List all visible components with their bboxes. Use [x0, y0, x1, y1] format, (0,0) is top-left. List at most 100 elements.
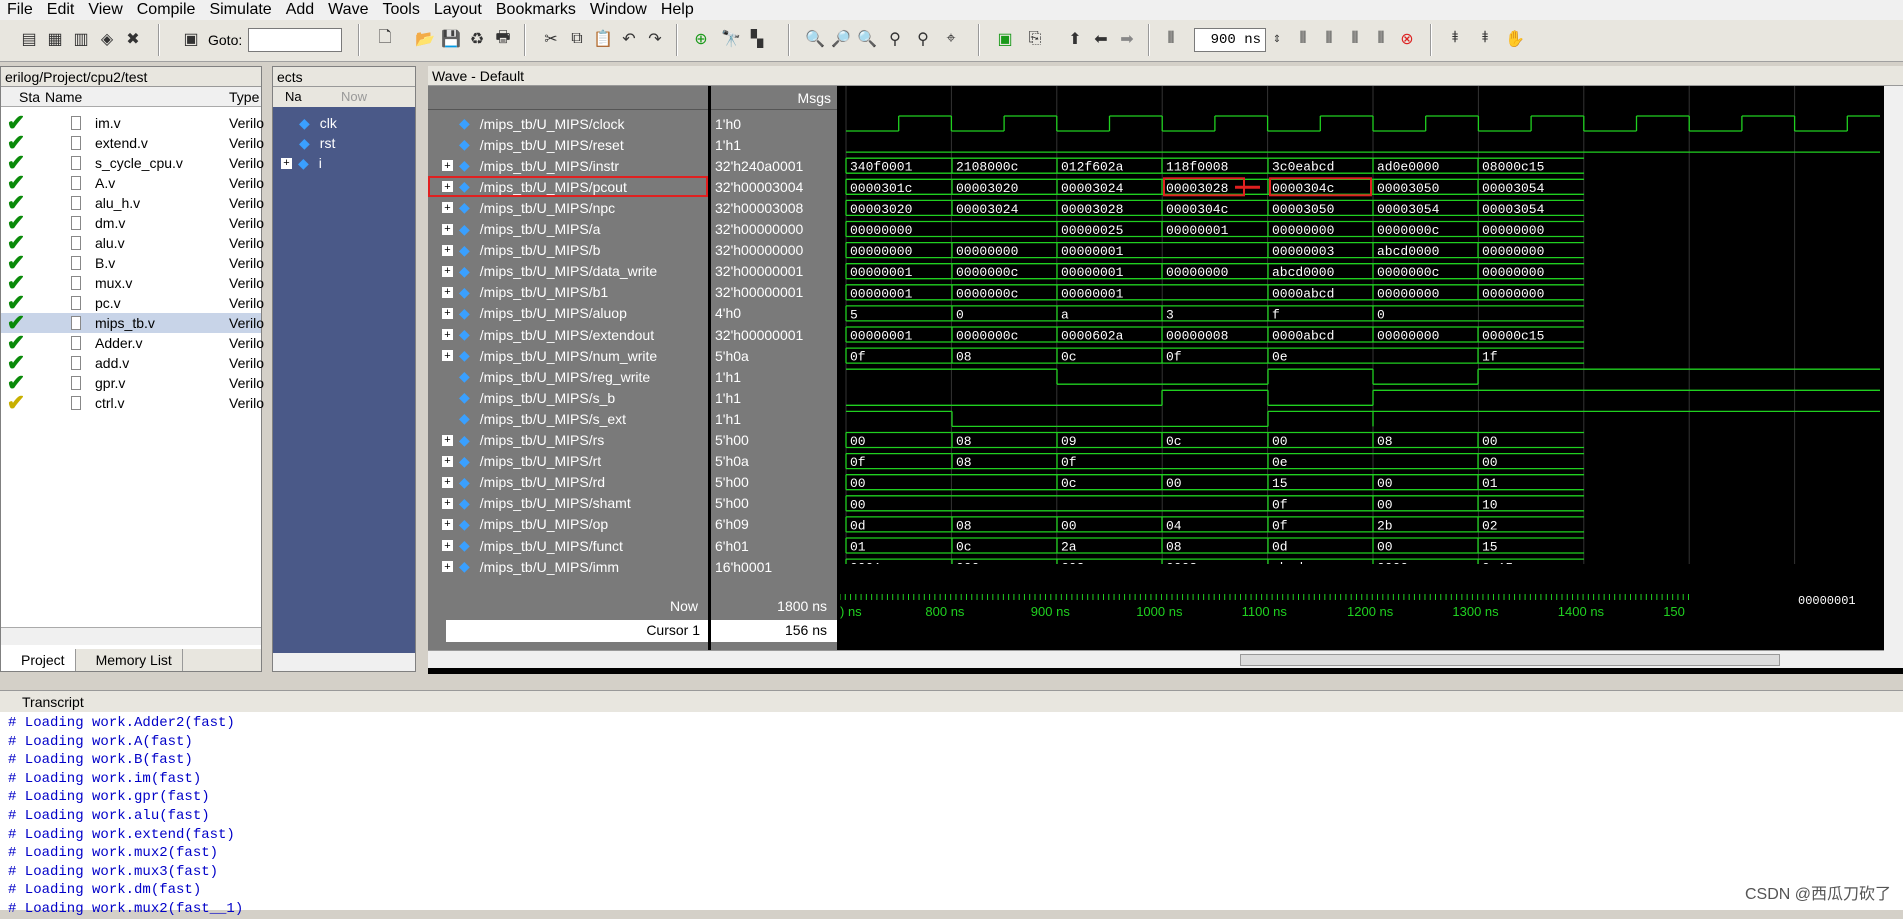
sim-icon[interactable]: ◈	[96, 26, 118, 52]
signal-row[interactable]: + ◆ /mips_tb/U_MIPS/npc	[428, 197, 708, 218]
project-file-row[interactable]: ✔ add.v Verilo	[1, 350, 264, 375]
zoom-in-icon[interactable]: 🔍	[804, 26, 826, 52]
menu-help[interactable]: Help	[654, 1, 701, 19]
copy-icon[interactable]: ⧉	[566, 26, 588, 52]
zoom-range-icon[interactable]: ⚲	[912, 26, 934, 52]
find-icon[interactable]: 🔭	[720, 26, 742, 52]
menu-layout[interactable]: Layout	[427, 1, 489, 19]
stop-icon[interactable]: ⊗	[1396, 26, 1418, 52]
zoom-full-icon[interactable]: 🔍	[856, 26, 878, 52]
signal-row[interactable]: ◆ /mips_tb/U_MIPS/reset	[428, 134, 708, 155]
signal-row[interactable]: + ◆ /mips_tb/U_MIPS/num_write	[428, 345, 708, 366]
menu-tools[interactable]: Tools	[375, 1, 426, 19]
signal-row[interactable]: + ◆ /mips_tb/U_MIPS/rs	[428, 430, 708, 451]
signal-row[interactable]: + ◆ /mips_tb/U_MIPS/b1	[428, 282, 708, 303]
project-file-row[interactable]: ✔ im.v Verilo	[1, 110, 264, 135]
signal-row[interactable]: + ◆ /mips_tb/U_MIPS/rt	[428, 451, 708, 472]
project-file-row[interactable]: ✔ s_cycle_cpu.v Verilo	[1, 150, 264, 175]
expand-icon[interactable]: +	[442, 455, 453, 467]
wave-hscrollbar[interactable]	[428, 650, 1884, 668]
spinner-icon[interactable]: ⇕	[1266, 26, 1288, 52]
object-item[interactable]: ◆ rst	[273, 133, 415, 153]
hand-icon[interactable]: ✋	[1504, 26, 1526, 52]
expand-icon[interactable]: +	[442, 160, 453, 172]
run-time-input[interactable]: 900 ns	[1194, 28, 1266, 52]
left-arrow-icon[interactable]: ⬅	[1090, 26, 1112, 52]
expand-icon[interactable]: +	[442, 561, 453, 573]
expand-icon[interactable]: +	[442, 434, 453, 446]
expand-icon[interactable]: +	[442, 476, 453, 488]
expand-icon[interactable]: +	[442, 307, 453, 319]
project-file-row[interactable]: ✔ Adder.v Verilo	[1, 330, 264, 355]
tab-project[interactable]: Project	[1, 649, 76, 671]
project-file-row[interactable]: ✔ B.v Verilo	[1, 250, 264, 275]
compile-icon[interactable]: ▤	[18, 26, 40, 52]
continue-icon[interactable]: ⫴	[1318, 26, 1340, 52]
add-wave-icon[interactable]: ▣	[994, 26, 1016, 52]
menu-add[interactable]: Add	[279, 1, 321, 19]
signal-row[interactable]: + ◆ /mips_tb/U_MIPS/shamt	[428, 493, 708, 514]
project-file-row[interactable]: ✔ dm.v Verilo	[1, 210, 264, 235]
signal-row[interactable]: + ◆ /mips_tb/U_MIPS/a	[428, 219, 708, 240]
project-file-row[interactable]: ✔ mux.v Verilo	[1, 270, 264, 295]
dataflow-icon[interactable]: ⯒	[1474, 26, 1496, 52]
objects-hscrollbar[interactable]	[273, 653, 415, 671]
open-icon[interactable]: 📂	[414, 26, 436, 52]
goto-input[interactable]	[248, 28, 342, 52]
print-icon[interactable]: 🖶	[492, 26, 514, 52]
menu-wave[interactable]: Wave	[321, 1, 375, 19]
project-file-row[interactable]: ✔ mips_tb.v Verilo	[1, 310, 264, 335]
expand-icon[interactable]: +	[442, 350, 453, 362]
menu-simulate[interactable]: Simulate	[202, 1, 278, 19]
expand-icon[interactable]: +	[442, 497, 453, 509]
signal-row[interactable]: + ◆ /mips_tb/U_MIPS/b	[428, 240, 708, 261]
expand-icon[interactable]: +	[442, 518, 453, 530]
expand-icon[interactable]: +	[442, 540, 453, 552]
project-file-row[interactable]: ✔ A.v Verilo	[1, 170, 264, 195]
signal-row[interactable]: ◆ /mips_tb/U_MIPS/s_b	[428, 387, 708, 408]
add-icon[interactable]: ⊕	[690, 26, 712, 52]
signal-row[interactable]: + ◆ /mips_tb/U_MIPS/instr	[428, 155, 708, 176]
cursor-1-label[interactable]: Cursor 1	[446, 620, 708, 642]
waveform-area[interactable]: 340f0001 2108000c 012f602a 118f0008 3c0eabcd…	[840, 86, 1880, 564]
project-file-row[interactable]: ✔ ctrl.v Verilo	[1, 390, 264, 415]
project-file-row[interactable]: ✔ extend.v Verilo	[1, 130, 264, 155]
expand-icon[interactable]: +	[442, 202, 453, 214]
expand-icon[interactable]: +	[442, 329, 453, 341]
break-sim-icon[interactable]: ⫴	[1370, 26, 1392, 52]
undo-icon[interactable]: ↶	[618, 26, 640, 52]
signal-row[interactable]: ◆ /mips_tb/U_MIPS/clock	[428, 113, 708, 134]
project-file-row[interactable]: ✔ alu_h.v Verilo	[1, 190, 264, 215]
reload-icon[interactable]: ♻	[466, 26, 488, 52]
tab-memory-list[interactable]: Memory List	[76, 649, 183, 671]
menu-window[interactable]: Window	[583, 1, 654, 19]
signal-row[interactable]: + ◆ /mips_tb/U_MIPS/data_write	[428, 261, 708, 282]
signal-row[interactable]: + ◆ /mips_tb/U_MIPS/extendout	[428, 324, 708, 345]
run-icon[interactable]: ⫴	[1292, 26, 1314, 52]
hscroll-thumb[interactable]	[1240, 654, 1780, 666]
zoom-out-icon[interactable]: 🔎	[830, 26, 852, 52]
expand-icon[interactable]: +	[442, 181, 453, 193]
signal-row[interactable]: + ◆ /mips_tb/U_MIPS/pcout	[428, 176, 708, 198]
signal-row[interactable]: + ◆ /mips_tb/U_MIPS/op	[428, 514, 708, 535]
break-icon[interactable]: ✖	[122, 26, 144, 52]
menu-bookmarks[interactable]: Bookmarks	[489, 1, 583, 19]
project-file-row[interactable]: ✔ gpr.v Verilo	[1, 370, 264, 395]
save-icon[interactable]: 💾	[440, 26, 462, 52]
up-arrow-icon[interactable]: ⬆	[1064, 26, 1086, 52]
object-item[interactable]: ◆ clk	[273, 113, 415, 133]
project-file-row[interactable]: ✔ alu.v Verilo	[1, 230, 264, 255]
menu-compile[interactable]: Compile	[130, 1, 203, 19]
goto-icon[interactable]: ▣	[180, 26, 202, 52]
signal-row[interactable]: + ◆ /mips_tb/U_MIPS/imm	[428, 556, 708, 577]
compile-all-icon[interactable]: ▦	[44, 26, 66, 52]
transcript-pane[interactable]: # Loading work.Adder2(fast) # Loading wor…	[0, 712, 1903, 917]
signal-row[interactable]: + ◆ /mips_tb/U_MIPS/rd	[428, 472, 708, 493]
library-icon[interactable]: ▥	[70, 26, 92, 52]
menu-file[interactable]: File	[0, 1, 40, 19]
paste-icon[interactable]: 📋	[592, 26, 614, 52]
redo-icon[interactable]: ↷	[644, 26, 666, 52]
zoom-cursor-icon[interactable]: ⚲	[884, 26, 906, 52]
project-hscrollbar[interactable]	[1, 627, 261, 645]
run-length-icon[interactable]: ⫴	[1160, 26, 1182, 52]
